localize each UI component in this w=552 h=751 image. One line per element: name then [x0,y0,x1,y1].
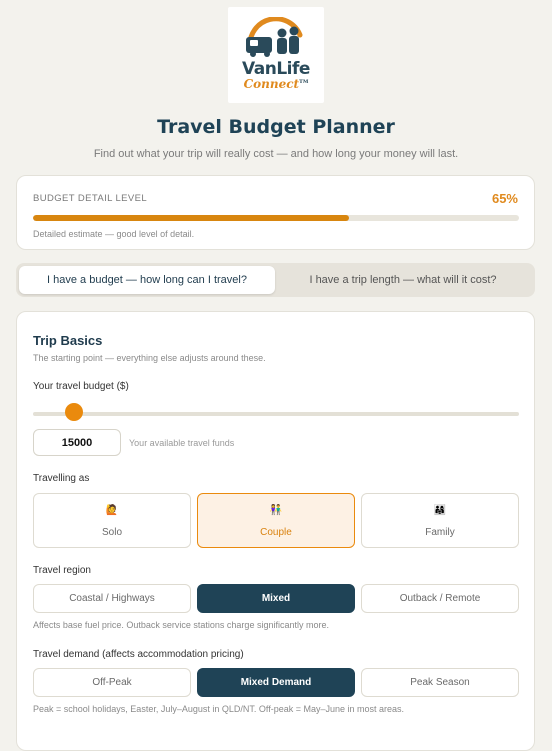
travel-option-family[interactable]: 👨‍👩‍👧 Family [361,493,519,548]
logo-wordmark: VanLife [242,59,310,79]
budget-slider-track[interactable] [33,412,519,416]
demand-option-mixed[interactable]: Mixed Demand [197,668,355,697]
family-icon: 👨‍👩‍👧 [433,505,447,516]
region-option-outback[interactable]: Outback / Remote [361,584,519,613]
tab-trip-length-mode[interactable]: I have a trip length — what will it cost… [275,266,531,294]
logo-tagline: ConnectTM [243,77,309,91]
travelling-as-label: Travelling as [33,473,90,484]
page-title: Travel Budget Planner [157,116,395,138]
van-and-people-icon [246,17,303,57]
demand-note: Peak = school holidays, Easter, July–Aug… [33,704,405,714]
budget-label: Your travel budget ($) [33,381,129,392]
section-subtitle: The starting point — everything else adj… [33,353,266,363]
travel-option-solo[interactable]: 🙋 Solo [33,493,191,548]
region-note: Affects base fuel price. Outback service… [33,620,329,630]
trip-basics-card: Trip Basics The starting point — everyth… [16,311,535,751]
detail-level-note: Detailed estimate — good level of detail… [33,229,195,239]
option-label: Family [425,527,455,538]
region-option-mixed[interactable]: Mixed [197,584,355,613]
page-subtitle: Find out what your trip will really cost… [93,148,459,160]
solo-person-icon: 🙋 [105,505,119,516]
budget-detail-card: BUDGET DETAIL LEVEL 65% Detailed estimat… [16,175,535,250]
budget-hint: Your available travel funds [129,438,235,448]
region-option-coastal[interactable]: Coastal / Highways [33,584,191,613]
budget-slider-thumb[interactable] [65,403,84,421]
detail-level-label: BUDGET DETAIL LEVEL [33,193,148,204]
budget-input[interactable] [33,429,121,456]
option-label: Solo [101,527,122,538]
detail-progress-bar [33,215,519,221]
region-label: Travel region [33,565,91,576]
demand-option-peak[interactable]: Peak Season [361,668,519,697]
demand-option-off-peak[interactable]: Off-Peak [33,668,191,697]
option-label: Couple [260,527,292,538]
detail-level-percent: 65% [491,191,518,206]
detail-progress-fill [33,215,349,221]
section-title: Trip Basics [33,333,103,348]
brand-logo: VanLife ConnectTM [228,7,324,103]
mode-switch: I have a budget — how long can I travel?… [16,263,535,297]
demand-label: Travel demand (affects accommodation pri… [33,649,244,660]
tab-budget-mode[interactable]: I have a budget — how long can I travel? [19,266,275,294]
travel-option-couple[interactable]: 👫 Couple [197,493,355,548]
couple-icon: 👫 [269,505,283,516]
